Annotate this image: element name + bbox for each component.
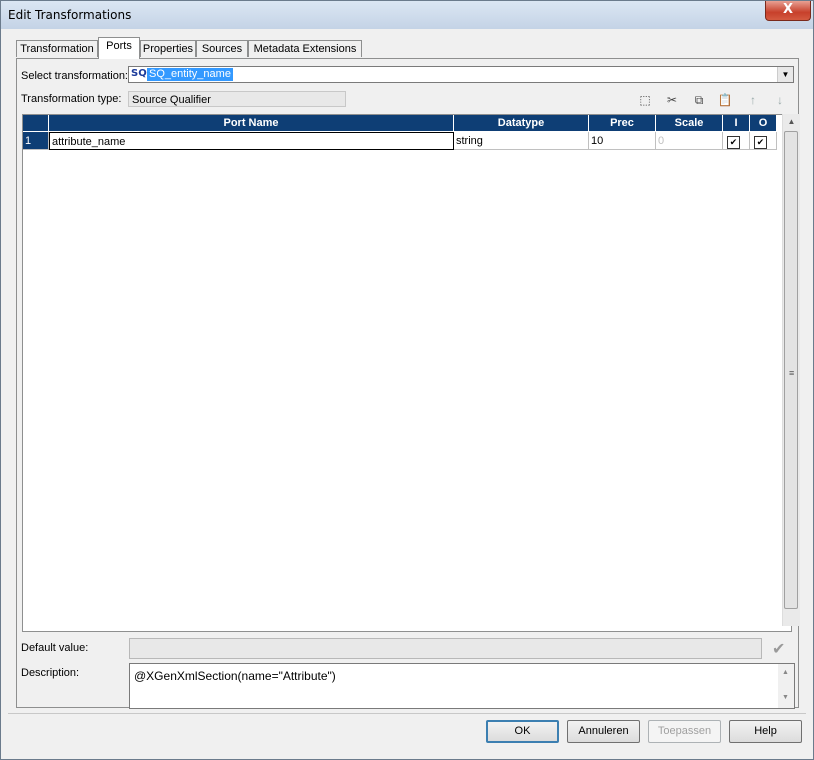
cancel-button[interactable]: Annuleren	[567, 720, 640, 743]
port-name-cell[interactable]: attribute_name	[49, 132, 454, 150]
default-value-label: Default value:	[21, 642, 89, 654]
chevron-down-icon[interactable]: ▼	[777, 67, 793, 82]
select-transformation-dropdown[interactable]: SQ SQ_entity_name ▼	[128, 66, 794, 83]
grid-vertical-scrollbar[interactable]: ▲ ≡	[782, 114, 800, 626]
tab-transformation[interactable]: Transformation	[16, 40, 98, 57]
ok-button[interactable]: OK	[486, 720, 559, 743]
scroll-up-icon[interactable]: ▲	[783, 114, 800, 130]
button-separator	[8, 713, 806, 714]
title-bar[interactable]: Edit Transformations X	[1, 1, 813, 29]
prec-cell[interactable]: 10	[589, 132, 656, 150]
copy-icon[interactable]: ⧉	[691, 92, 707, 108]
new-port-icon[interactable]: ⬚	[637, 92, 653, 108]
transformation-type-value: Source Qualifier	[128, 91, 346, 107]
row-number-header	[23, 115, 49, 131]
source-qualifier-icon: SQ	[131, 68, 147, 79]
tab-properties[interactable]: Properties	[140, 40, 196, 57]
apply-button[interactable]: Toepassen	[648, 720, 721, 743]
column-header-output[interactable]: O	[750, 115, 777, 131]
tab-ports[interactable]: Ports	[98, 37, 140, 59]
output-checkbox[interactable]: ✔	[754, 136, 767, 149]
scroll-up-icon[interactable]: ▲	[782, 669, 789, 676]
paste-icon[interactable]: 📋	[717, 92, 733, 108]
ports-grid[interactable]: Port Name Datatype Prec Scale I O 1 attr…	[22, 114, 792, 632]
grip-icon: ≡	[789, 368, 795, 378]
validate-check-icon[interactable]: ✔	[772, 639, 785, 659]
move-down-icon[interactable]: ↓	[772, 92, 788, 108]
tab-metadata-extensions[interactable]: Metadata Extensions	[248, 40, 362, 57]
close-icon: X	[782, 2, 794, 17]
description-label: Description:	[21, 667, 80, 679]
cut-icon[interactable]: ✂	[664, 92, 680, 108]
help-button[interactable]: Help	[729, 720, 802, 743]
column-header-input[interactable]: I	[723, 115, 750, 131]
select-transformation-label: Select transformation:	[21, 70, 128, 82]
move-up-icon[interactable]: ↑	[745, 92, 761, 108]
column-header-port-name[interactable]: Port Name	[49, 115, 454, 131]
scroll-down-icon[interactable]: ▼	[782, 694, 789, 701]
description-text: @XGenXmlSection(name="Attribute")	[134, 669, 336, 683]
description-field[interactable]: @XGenXmlSection(name="Attribute") ▲ ▼	[129, 663, 795, 709]
row-number[interactable]: 1	[23, 132, 49, 150]
column-header-prec[interactable]: Prec	[589, 115, 656, 131]
datatype-cell[interactable]: string	[454, 132, 589, 150]
dialog-client: Transformation Ports Properties Sources …	[8, 30, 806, 752]
description-scrollbar[interactable]: ▲ ▼	[778, 664, 794, 708]
default-value-field[interactable]	[129, 638, 762, 659]
selected-transformation: SQ_entity_name	[147, 68, 233, 81]
input-checkbox[interactable]: ✔	[727, 136, 740, 149]
window-title: Edit Transformations	[8, 8, 132, 22]
transformation-type-label: Transformation type:	[21, 93, 122, 105]
scale-cell[interactable]: 0	[656, 132, 723, 150]
edit-transformations-dialog: Edit Transformations X Transformation Po…	[0, 0, 814, 760]
close-button[interactable]: X	[765, 1, 811, 21]
column-header-datatype[interactable]: Datatype	[454, 115, 589, 131]
scrollbar-thumb[interactable]: ≡	[784, 131, 798, 609]
column-header-scale[interactable]: Scale	[656, 115, 723, 131]
tab-sources[interactable]: Sources	[196, 40, 248, 57]
